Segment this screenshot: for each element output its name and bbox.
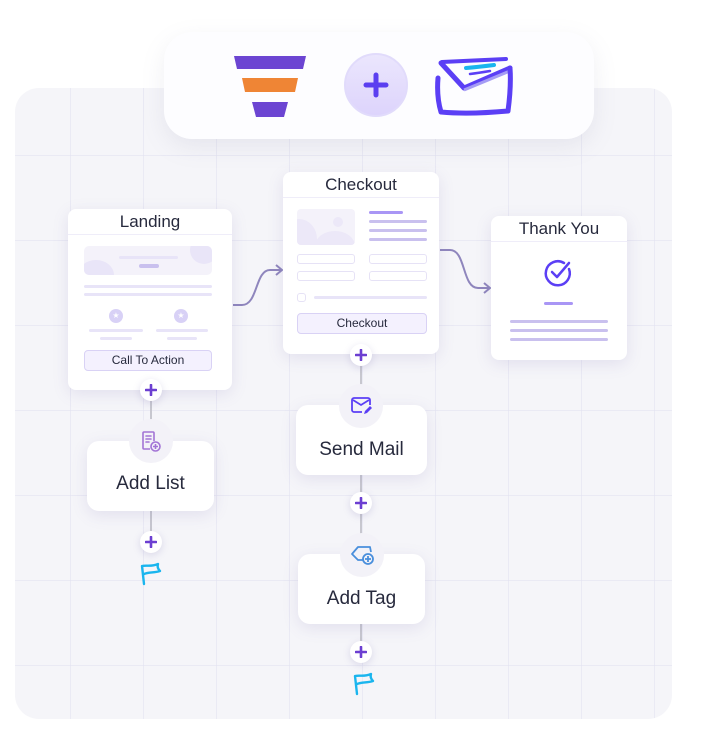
flag-end-icon bbox=[140, 562, 162, 586]
checkout-page-card[interactable]: Checkout Checkout bbox=[283, 172, 439, 354]
flag-end-icon bbox=[353, 672, 375, 696]
add-list-label: Add List bbox=[116, 473, 185, 494]
check-circle-icon bbox=[544, 260, 571, 287]
checkbox-placeholder bbox=[297, 293, 306, 302]
thank-you-title: Thank You bbox=[491, 216, 627, 242]
form-field bbox=[297, 271, 355, 281]
send-mail-label: Send Mail bbox=[319, 439, 404, 460]
plus-icon bbox=[355, 497, 367, 509]
landing-hero-placeholder bbox=[84, 246, 212, 275]
plus-icon bbox=[145, 384, 157, 396]
call-to-action-button[interactable]: Call To Action bbox=[84, 350, 212, 371]
landing-to-checkout-arrow bbox=[233, 269, 282, 306]
add-tag-icon-badge bbox=[340, 533, 384, 577]
add-step-button[interactable] bbox=[140, 531, 162, 553]
form-field bbox=[369, 254, 427, 264]
checkout-title: Checkout bbox=[283, 172, 439, 198]
add-step-button[interactable] bbox=[350, 641, 372, 663]
plus-icon bbox=[355, 349, 367, 361]
feature-star-icon: ★ bbox=[109, 309, 123, 323]
thank-you-page-card[interactable]: Thank You bbox=[491, 216, 627, 360]
add-list-icon-badge bbox=[129, 419, 173, 463]
add-step-button[interactable] bbox=[140, 379, 162, 401]
form-field bbox=[369, 271, 427, 281]
list-add-icon bbox=[142, 431, 161, 452]
checkout-to-thankyou-arrow bbox=[440, 249, 490, 289]
checkout-button[interactable]: Checkout bbox=[297, 313, 427, 334]
add-step-button[interactable] bbox=[350, 492, 372, 514]
feature-star-icon: ★ bbox=[174, 309, 188, 323]
product-image-placeholder bbox=[297, 209, 355, 245]
landing-page-card[interactable]: Landing ★ ★ Call To Action bbox=[68, 209, 232, 390]
send-mail-icon-badge bbox=[339, 384, 383, 428]
mail-edit-icon bbox=[351, 397, 372, 414]
tag-add-icon bbox=[351, 546, 374, 565]
plus-icon bbox=[145, 536, 157, 548]
form-field bbox=[297, 254, 355, 264]
landing-title: Landing bbox=[68, 209, 232, 235]
add-tag-label: Add Tag bbox=[326, 588, 397, 609]
add-step-button[interactable] bbox=[350, 344, 372, 366]
plus-icon bbox=[355, 646, 367, 658]
